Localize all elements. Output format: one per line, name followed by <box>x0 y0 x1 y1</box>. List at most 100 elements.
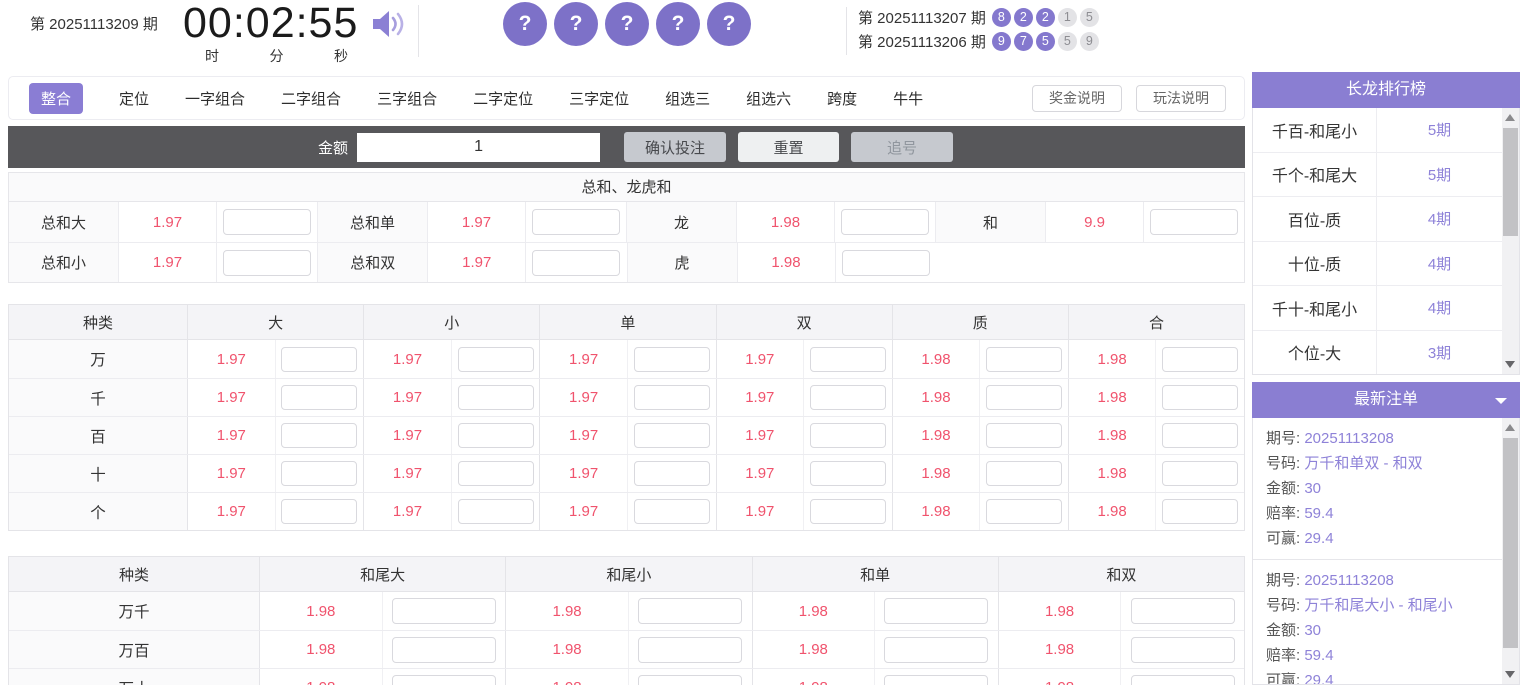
bet-input[interactable] <box>638 637 742 663</box>
rules-info-button[interactable]: 玩法说明 <box>1136 85 1226 112</box>
bet-input[interactable] <box>392 637 496 663</box>
bet-input[interactable] <box>986 423 1062 448</box>
odds-value: 1.97 <box>188 340 276 378</box>
prize-info-button[interactable]: 奖金说明 <box>1032 85 1122 112</box>
help-icon[interactable]: ? <box>656 2 700 46</box>
scrollbar-thumb[interactable] <box>1503 128 1518 236</box>
odds-value: 1.98 <box>1069 455 1157 492</box>
result-row: 第 20251113206 期 9 7 5 5 9 <box>858 30 1102 52</box>
tab-kuadu[interactable]: 跨度 <box>827 88 857 109</box>
tab-erzi-zuhe[interactable]: 二字组合 <box>281 88 341 109</box>
help-icon[interactable]: ? <box>605 2 649 46</box>
help-icon[interactable]: ? <box>503 2 547 46</box>
timer-minute-label: 分 <box>270 46 284 66</box>
odds-value: 1.98 <box>893 340 981 378</box>
bet-toolbar: 金额 确认投注 重置 追号 <box>8 126 1245 168</box>
tab-zuxuan-liu[interactable]: 组选六 <box>746 88 791 109</box>
help-icon[interactable]: ? <box>707 2 751 46</box>
column-header: 单 <box>539 305 715 339</box>
tab-erzi-dingwei[interactable]: 二字定位 <box>473 88 533 109</box>
bet-input[interactable] <box>1162 461 1238 486</box>
result-ball: 9 <box>1080 32 1099 51</box>
bet-input[interactable] <box>1162 499 1238 524</box>
bet-input[interactable] <box>1162 347 1238 372</box>
bet-input[interactable] <box>810 347 886 372</box>
bet-input[interactable] <box>281 461 357 486</box>
bet-input[interactable] <box>281 423 357 448</box>
odds-value: 1.98 <box>737 202 835 242</box>
bet-input[interactable] <box>884 637 988 663</box>
bet-input[interactable] <box>1150 209 1238 235</box>
countdown-value: 00:02:55 <box>183 0 368 47</box>
bet-input[interactable] <box>638 598 742 624</box>
bet-input[interactable] <box>223 209 311 235</box>
bet-input[interactable] <box>458 347 534 372</box>
tab-sanzi-dingwei[interactable]: 三字定位 <box>569 88 629 109</box>
bet-input[interactable] <box>884 675 988 685</box>
scroll-up-icon[interactable] <box>1505 424 1515 431</box>
chevron-down-icon[interactable] <box>1495 398 1507 404</box>
bet-input[interactable] <box>810 499 886 524</box>
bet-input[interactable] <box>986 385 1062 410</box>
tab-dingwei[interactable]: 定位 <box>119 88 149 109</box>
bet-input[interactable] <box>634 499 710 524</box>
bet-input[interactable] <box>281 499 357 524</box>
tab-zhenghe[interactable]: 整合 <box>29 83 83 114</box>
bet-input[interactable] <box>810 461 886 486</box>
bet-odds-value: 59.4 <box>1304 647 1333 664</box>
amount-input[interactable] <box>357 133 600 162</box>
odds-value: 1.98 <box>893 455 981 492</box>
bet-cell-group: 和 9.9 <box>935 202 1244 242</box>
bet-input[interactable] <box>884 598 988 624</box>
bet-input[interactable] <box>458 461 534 486</box>
bet-input[interactable] <box>281 347 357 372</box>
tab-sanzi-zuhe[interactable]: 三字组合 <box>377 88 437 109</box>
tab-zuxuan-san[interactable]: 组选三 <box>665 88 710 109</box>
bet-input[interactable] <box>634 461 710 486</box>
bet-numbers-value: 万千和单双 - 和双 <box>1304 455 1422 472</box>
bet-input[interactable] <box>634 347 710 372</box>
bet-input[interactable] <box>281 385 357 410</box>
odds-value: 1.97 <box>364 379 452 416</box>
bet-input[interactable] <box>638 675 742 685</box>
scrollbar-thumb[interactable] <box>1503 438 1518 648</box>
bet-input[interactable] <box>986 499 1062 524</box>
bet-input[interactable] <box>392 598 496 624</box>
bet-input[interactable] <box>458 499 534 524</box>
reset-button[interactable]: 重置 <box>738 132 839 162</box>
scroll-down-icon[interactable] <box>1505 671 1515 678</box>
bet-record: 期号: 20251113208 号码: 万千和尾大小 - 和尾小 金额: 30 … <box>1253 560 1497 685</box>
bet-input[interactable] <box>810 385 886 410</box>
bet-input[interactable] <box>986 347 1062 372</box>
bet-input[interactable] <box>1162 423 1238 448</box>
bet-input[interactable] <box>458 423 534 448</box>
bet-input[interactable] <box>634 385 710 410</box>
bet-input[interactable] <box>986 461 1062 486</box>
confirm-bet-button[interactable]: 确认投注 <box>624 132 726 162</box>
table-row: 百 1.97 1.97 1.97 1.97 1.98 1.98 <box>9 416 1244 454</box>
bet-input[interactable] <box>223 250 311 276</box>
speaker-icon[interactable] <box>372 9 406 44</box>
help-icon[interactable]: ? <box>554 2 598 46</box>
bet-input[interactable] <box>841 209 929 235</box>
bet-input[interactable] <box>458 385 534 410</box>
scroll-down-icon[interactable] <box>1505 361 1515 368</box>
bet-input[interactable] <box>1162 385 1238 410</box>
bet-input[interactable] <box>634 423 710 448</box>
bet-input[interactable] <box>532 250 620 276</box>
streak-ranking-list: 千百-和尾小 5期 千个-和尾大 5期 百位-质 4期 十位-质 4期 千十-和… <box>1252 108 1520 375</box>
bet-input[interactable] <box>842 250 930 276</box>
bet-input[interactable] <box>1131 675 1235 685</box>
tab-yizi-zuhe[interactable]: 一字组合 <box>185 88 245 109</box>
scrollbar[interactable] <box>1502 108 1519 374</box>
scrollbar[interactable] <box>1502 418 1519 684</box>
bet-input[interactable] <box>1131 598 1235 624</box>
bet-input[interactable] <box>810 423 886 448</box>
chase-number-button[interactable]: 追号 <box>851 132 953 162</box>
tab-niuniu[interactable]: 牛牛 <box>893 88 923 109</box>
result-issue-label: 第 20251113207 期 <box>858 7 986 28</box>
scroll-up-icon[interactable] <box>1505 114 1515 121</box>
bet-input[interactable] <box>392 675 496 685</box>
bet-input[interactable] <box>1131 637 1235 663</box>
bet-input[interactable] <box>532 209 620 235</box>
